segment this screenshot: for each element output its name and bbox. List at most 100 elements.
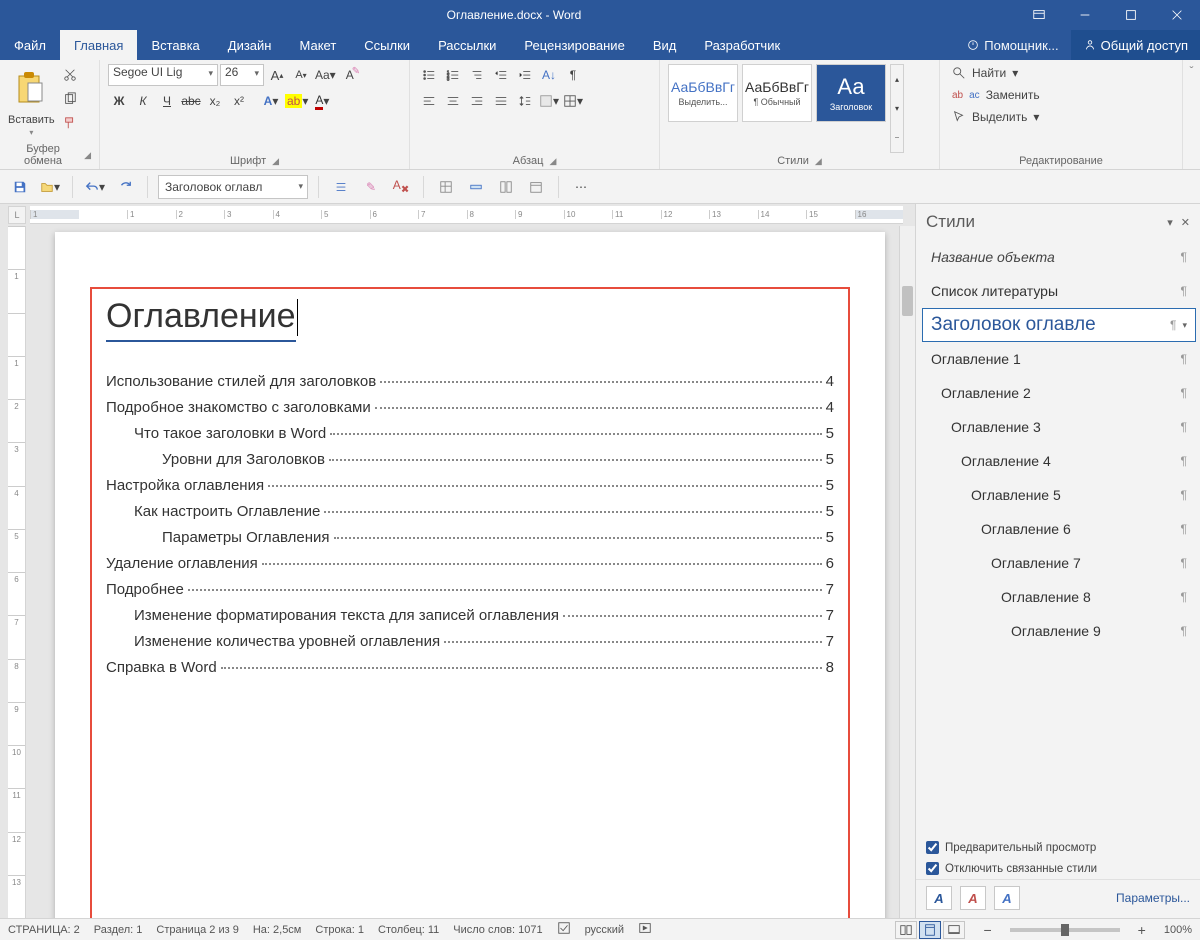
page[interactable]: Оглавление Использование стилей для заго…	[55, 232, 885, 918]
shading-button[interactable]: ▾	[538, 90, 560, 112]
tab-ссылки[interactable]: Ссылки	[350, 30, 424, 60]
toc-entry[interactable]: Подробное знакомство с заголовками4	[106, 399, 834, 416]
highlight-button[interactable]: ab▾	[284, 90, 309, 112]
toc-entry[interactable]: Настройка оглавления5	[106, 477, 834, 494]
view-read-button[interactable]	[895, 921, 917, 939]
sort-button[interactable]: A↓	[538, 64, 560, 86]
toc-entry[interactable]: Удаление оглавления6	[106, 555, 834, 572]
save-button[interactable]	[8, 175, 32, 199]
align-left-button[interactable]	[418, 90, 440, 112]
preview-checkbox[interactable]	[926, 841, 939, 854]
new-style-button[interactable]: A	[926, 886, 952, 910]
cut-button[interactable]	[59, 64, 81, 86]
ruler-horizontal[interactable]: 112345678910111213141516	[30, 206, 903, 224]
font-color-button[interactable]: A▾	[311, 90, 333, 112]
grow-font-button[interactable]: A▴	[266, 64, 288, 86]
font-launcher-icon[interactable]: ◢	[272, 156, 279, 167]
ruler-vertical[interactable]: 112345678910111213	[8, 226, 26, 918]
status-page[interactable]: СТРАНИЦА: 2	[8, 924, 80, 936]
tell-me-input[interactable]: Помощник...	[954, 30, 1070, 60]
replace-button[interactable]: abacЗаменить	[948, 86, 1044, 104]
format-painter-button[interactable]	[59, 112, 81, 134]
numbering-button[interactable]: 123	[442, 64, 464, 86]
zoom-out-button[interactable]: −	[979, 922, 995, 938]
close-button[interactable]	[1154, 0, 1200, 30]
qat-highlight-button[interactable]: ✎	[359, 175, 383, 199]
share-button[interactable]: Общий доступ	[1071, 30, 1200, 60]
style-item[interactable]: Оглавление 3¶	[922, 410, 1196, 444]
toc-entry[interactable]: Изменение форматирования текста для запи…	[106, 607, 834, 624]
style-inspector-button[interactable]: A	[960, 886, 986, 910]
toc-entry[interactable]: Подробнее7	[106, 581, 834, 598]
bold-button[interactable]: Ж	[108, 90, 130, 112]
superscript-button[interactable]: x²	[228, 90, 250, 112]
shrink-font-button[interactable]: A▾	[290, 64, 312, 86]
view-web-button[interactable]	[943, 921, 965, 939]
copy-button[interactable]	[59, 88, 81, 110]
underline-button[interactable]: Ч	[156, 90, 178, 112]
qat-clear-button[interactable]: A✖	[389, 175, 413, 199]
tab-дизайн[interactable]: Дизайн	[214, 30, 286, 60]
text-effects-button[interactable]: A▾	[260, 90, 282, 112]
styles-options-link[interactable]: Параметры...	[1116, 891, 1190, 905]
styles-list[interactable]: Название объекта¶Список литературы¶Загол…	[916, 240, 1200, 837]
tab-главная[interactable]: Главная	[60, 30, 137, 60]
select-button[interactable]: Выделить ▾	[948, 108, 1044, 126]
status-words[interactable]: Число слов: 1071	[453, 924, 542, 936]
tab-рецензирование[interactable]: Рецензирование	[510, 30, 638, 60]
qat-more-button[interactable]: ⋯	[569, 175, 593, 199]
show-marks-button[interactable]: ¶	[562, 64, 584, 86]
borders-button[interactable]: ▾	[562, 90, 584, 112]
subscript-button[interactable]: x₂	[204, 90, 226, 112]
status-page-of[interactable]: Страница 2 из 9	[156, 924, 238, 936]
clipboard-launcher-icon[interactable]: ◢	[84, 150, 91, 161]
style-item[interactable]: Оглавление 6¶	[922, 512, 1196, 546]
scrollbar-thumb[interactable]	[902, 286, 913, 316]
style-item[interactable]: Оглавление 7¶	[922, 546, 1196, 580]
find-button[interactable]: Найти ▾	[948, 64, 1044, 82]
change-case-button[interactable]: Aa▾	[314, 64, 337, 86]
bullets-button[interactable]	[418, 64, 440, 86]
toc-entry[interactable]: Параметры Оглавления5	[106, 529, 834, 546]
tab-макет[interactable]: Макет	[285, 30, 350, 60]
status-macro-icon[interactable]	[638, 921, 652, 938]
italic-button[interactable]: К	[132, 90, 154, 112]
strikethrough-button[interactable]: abc	[180, 90, 202, 112]
style-item[interactable]: Оглавление 4¶	[922, 444, 1196, 478]
font-family-select[interactable]: Segoe UI Lig	[108, 64, 218, 86]
open-button[interactable]: ▾	[38, 175, 62, 199]
toc-entry[interactable]: Изменение количества уровней оглавления7	[106, 633, 834, 650]
toc-title[interactable]: Оглавление	[106, 297, 296, 342]
font-size-select[interactable]: 26	[220, 64, 264, 86]
qat-layout-button[interactable]	[494, 175, 518, 199]
tab-разработчик[interactable]: Разработчик	[690, 30, 794, 60]
zoom-level[interactable]: 100%	[1164, 924, 1192, 936]
tab-вид[interactable]: Вид	[639, 30, 691, 60]
pane-options-icon[interactable]: ▾	[1167, 216, 1173, 229]
status-at[interactable]: На: 2,5см	[253, 924, 302, 936]
qat-list-button[interactable]	[329, 175, 353, 199]
tab-файл[interactable]: Файл	[0, 30, 60, 60]
status-proofing-icon[interactable]	[557, 921, 571, 938]
justify-button[interactable]	[490, 90, 512, 112]
tab-рассылки[interactable]: Рассылки	[424, 30, 510, 60]
manage-styles-button[interactable]: A	[994, 886, 1020, 910]
clear-formatting-button[interactable]: A✎	[339, 64, 361, 86]
pane-close-icon[interactable]: ✕	[1181, 216, 1190, 229]
style-item[interactable]: Оглавление 5¶	[922, 478, 1196, 512]
paste-button[interactable]	[11, 64, 51, 112]
paragraph-launcher-icon[interactable]: ◢	[549, 156, 556, 167]
redo-button[interactable]	[113, 175, 137, 199]
style-tile-emphasis[interactable]: АаБбВвГгВыделить...	[668, 64, 738, 122]
decrease-indent-button[interactable]	[490, 64, 512, 86]
qat-date-button[interactable]	[524, 175, 548, 199]
tab-вставка[interactable]: Вставка	[137, 30, 213, 60]
minimize-button[interactable]	[1062, 0, 1108, 30]
style-dropdown[interactable]: Заголовок оглавл	[158, 175, 308, 199]
style-item[interactable]: Оглавление 2¶	[922, 376, 1196, 410]
style-item[interactable]: Список литературы¶	[922, 274, 1196, 308]
status-line[interactable]: Строка: 1	[315, 924, 364, 936]
toc-entry[interactable]: Использование стилей для заголовков4	[106, 373, 834, 390]
multilevel-list-button[interactable]	[466, 64, 488, 86]
disable-linked-checkbox[interactable]	[926, 862, 939, 875]
